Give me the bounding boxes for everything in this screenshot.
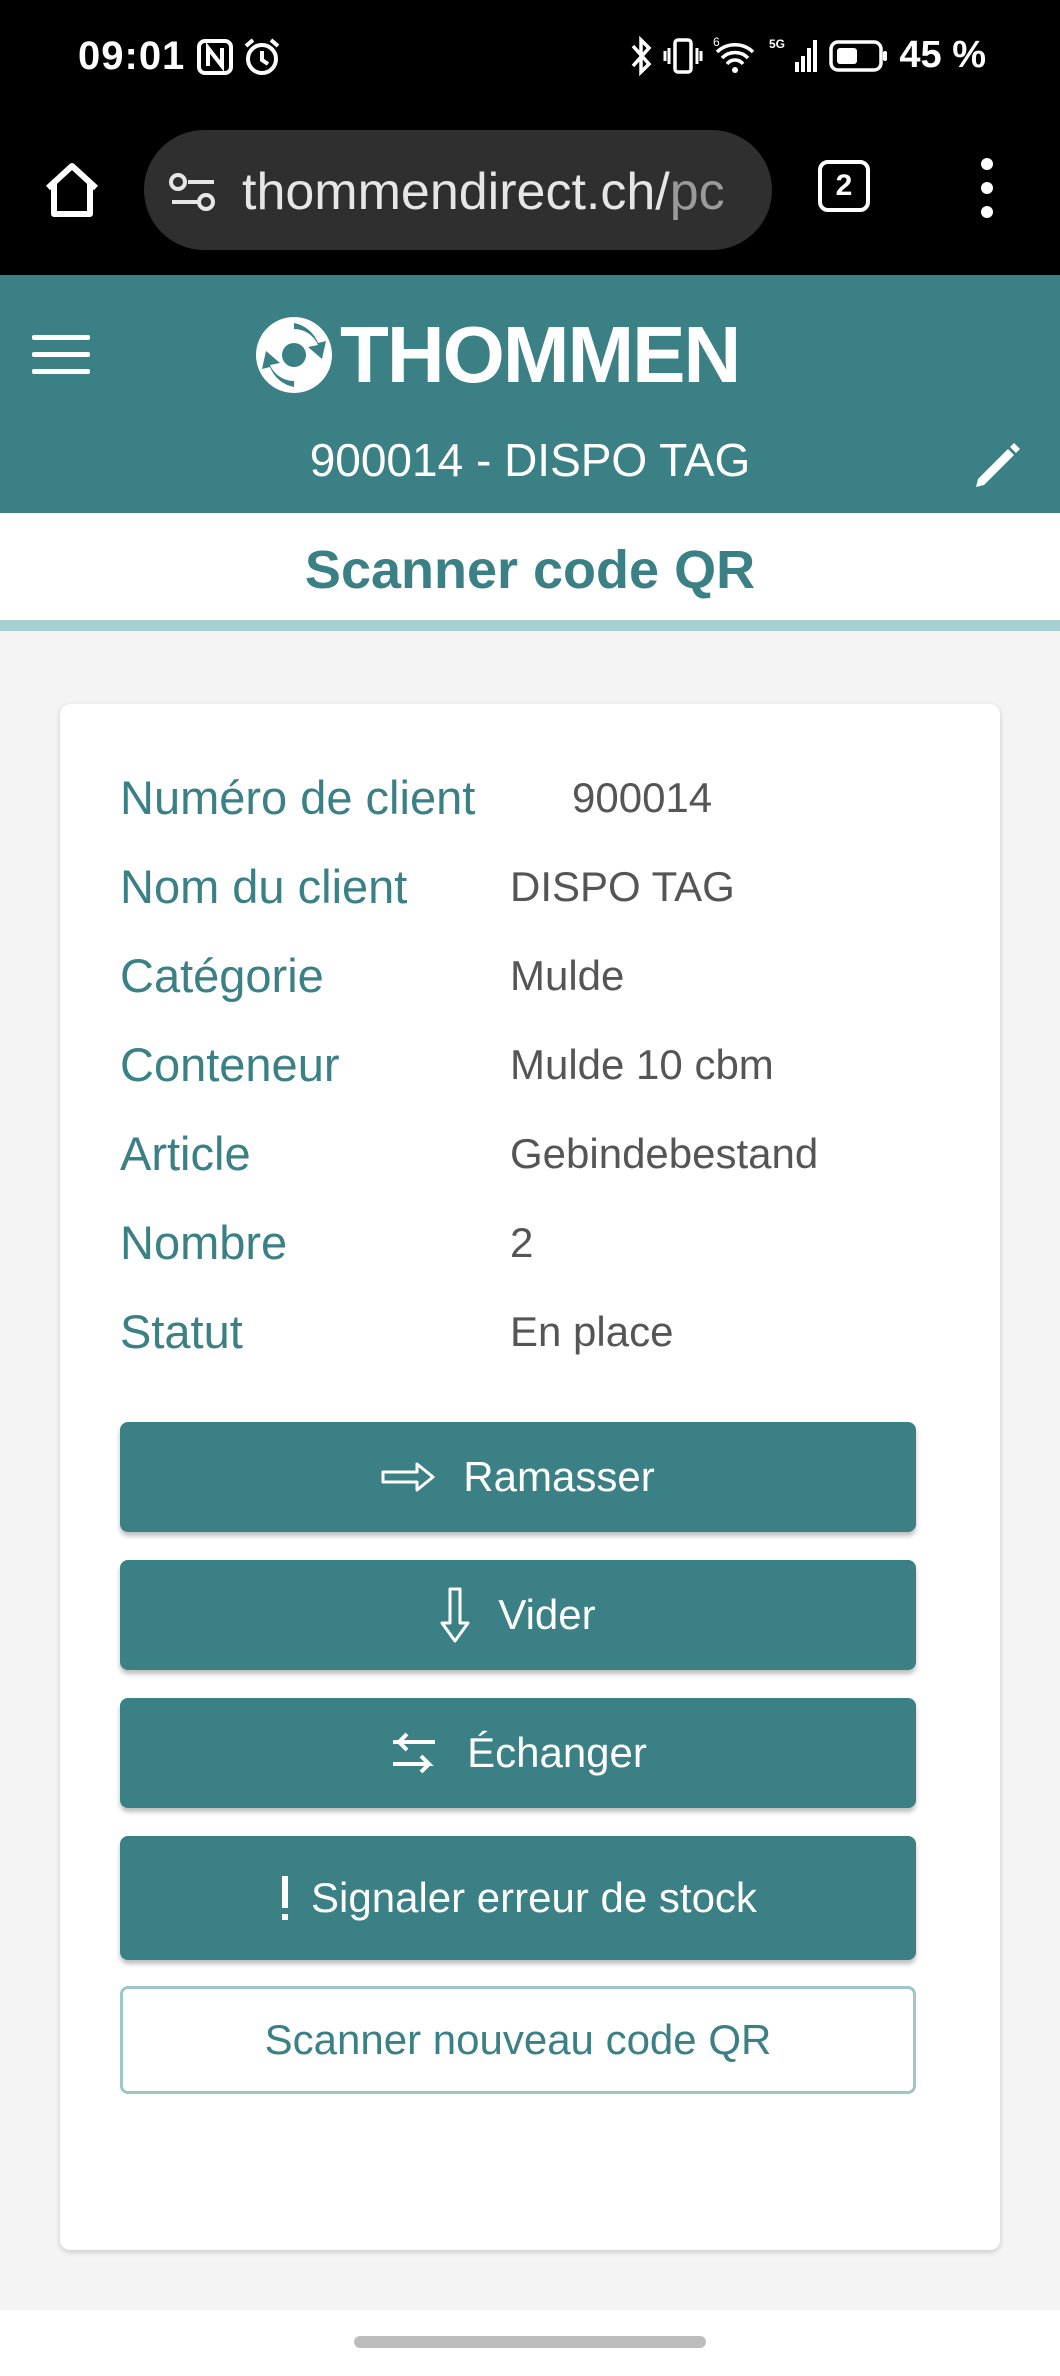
- battery-icon: [829, 39, 888, 72]
- info-value: Mulde: [510, 952, 625, 999]
- url-text: thommendirect.ch/pc: [242, 162, 725, 222]
- customer-heading: 900014 - DISPO TAG: [309, 434, 751, 486]
- tab-switcher-button[interactable]: 2: [818, 160, 870, 212]
- edit-pencil-icon[interactable]: [968, 435, 1028, 495]
- info-label: Nom du client: [120, 860, 408, 913]
- page-title-bar: Scanner code QR: [0, 513, 1060, 631]
- home-icon[interactable]: [40, 158, 104, 222]
- report-stock-error-label: Signaler erreur de stock: [311, 1874, 757, 1921]
- info-label: Article: [120, 1127, 251, 1180]
- status-left-icons: [196, 38, 282, 76]
- hamburger-menu-icon[interactable]: [32, 335, 90, 379]
- scan-new-qr-label: Scanner nouveau code QR: [264, 2016, 772, 2063]
- vibrate-icon: [663, 37, 703, 74]
- info-row-customer-name: Nom du client DISPO TAG: [120, 859, 940, 919]
- app-header: THOMMEN 900014 - DISPO TAG: [0, 275, 1060, 513]
- scan-new-qr-button[interactable]: Scanner nouveau code QR: [120, 1986, 916, 2094]
- recycle-logo-icon: [256, 317, 332, 393]
- status-right: 6 5G 45 %: [629, 34, 986, 77]
- exchange-button[interactable]: Échanger: [120, 1698, 916, 1808]
- bluetooth-icon: [632, 35, 652, 76]
- svg-text:5G: 5G: [769, 37, 785, 51]
- info-row-article: Article Gebindebestand: [120, 1126, 940, 1186]
- swap-arrows-icon: [389, 1728, 439, 1778]
- info-row-quantity: Nombre 2: [120, 1215, 940, 1275]
- status-bar: 09:01 6 5G 45 %: [0, 0, 1060, 118]
- alarm-icon: [244, 38, 280, 75]
- arrow-down-icon: [440, 1587, 470, 1643]
- exchange-label: Échanger: [467, 1729, 647, 1776]
- arrow-right-icon: [381, 1462, 435, 1492]
- nfc-icon: [197, 39, 233, 75]
- container-info-card: Numéro de client 900014 Nom du client DI…: [60, 704, 1000, 2250]
- info-value: Mulde 10 cbm: [510, 1041, 774, 1088]
- info-value: En place: [510, 1308, 674, 1355]
- info-row-customer-number: Numéro de client 900014: [120, 770, 940, 830]
- report-stock-error-button[interactable]: Signaler erreur de stock: [120, 1836, 916, 1960]
- status-time: 09:01: [78, 34, 186, 78]
- signal-icon: 5G: [769, 37, 818, 72]
- pickup-button[interactable]: Ramasser: [120, 1422, 916, 1532]
- site-settings-icon[interactable]: [168, 172, 218, 212]
- info-value: DISPO TAG: [510, 863, 735, 910]
- exclamation-icon: [279, 1874, 291, 1922]
- info-row-category: Catégorie Mulde: [120, 948, 940, 1008]
- empty-label: Vider: [498, 1591, 596, 1638]
- info-value: Gebindebestand: [510, 1130, 819, 1177]
- empty-button[interactable]: Vider: [120, 1560, 916, 1670]
- info-row-container: Conteneur Mulde 10 cbm: [120, 1037, 940, 1097]
- info-label: Numéro de client: [120, 771, 476, 824]
- pickup-label: Ramasser: [463, 1453, 655, 1500]
- thommen-logo: THOMMEN: [254, 309, 741, 401]
- info-label: Statut: [120, 1305, 243, 1358]
- info-value: 2: [510, 1219, 534, 1266]
- gesture-nav-handle[interactable]: [354, 2336, 706, 2348]
- browser-menu-icon[interactable]: [972, 158, 1002, 228]
- info-label: Catégorie: [120, 949, 324, 1002]
- info-label: Nombre: [120, 1216, 288, 1269]
- url-main: thommendirect.ch/: [242, 163, 670, 221]
- info-row-status: Statut En place: [120, 1304, 940, 1364]
- info-label: Conteneur: [120, 1038, 340, 1091]
- address-bar[interactable]: thommendirect.ch/pc: [144, 130, 772, 250]
- url-tail: pc: [669, 163, 725, 221]
- brand-name: THOMMEN: [340, 310, 741, 399]
- page-title: Scanner code QR: [304, 540, 756, 600]
- svg-text:6: 6: [713, 36, 720, 49]
- wifi-icon: 6: [713, 36, 755, 73]
- battery-percent: 45 %: [899, 34, 986, 76]
- browser-toolbar: thommendirect.ch/pc 2: [0, 118, 1060, 275]
- info-value: 900014: [572, 774, 713, 821]
